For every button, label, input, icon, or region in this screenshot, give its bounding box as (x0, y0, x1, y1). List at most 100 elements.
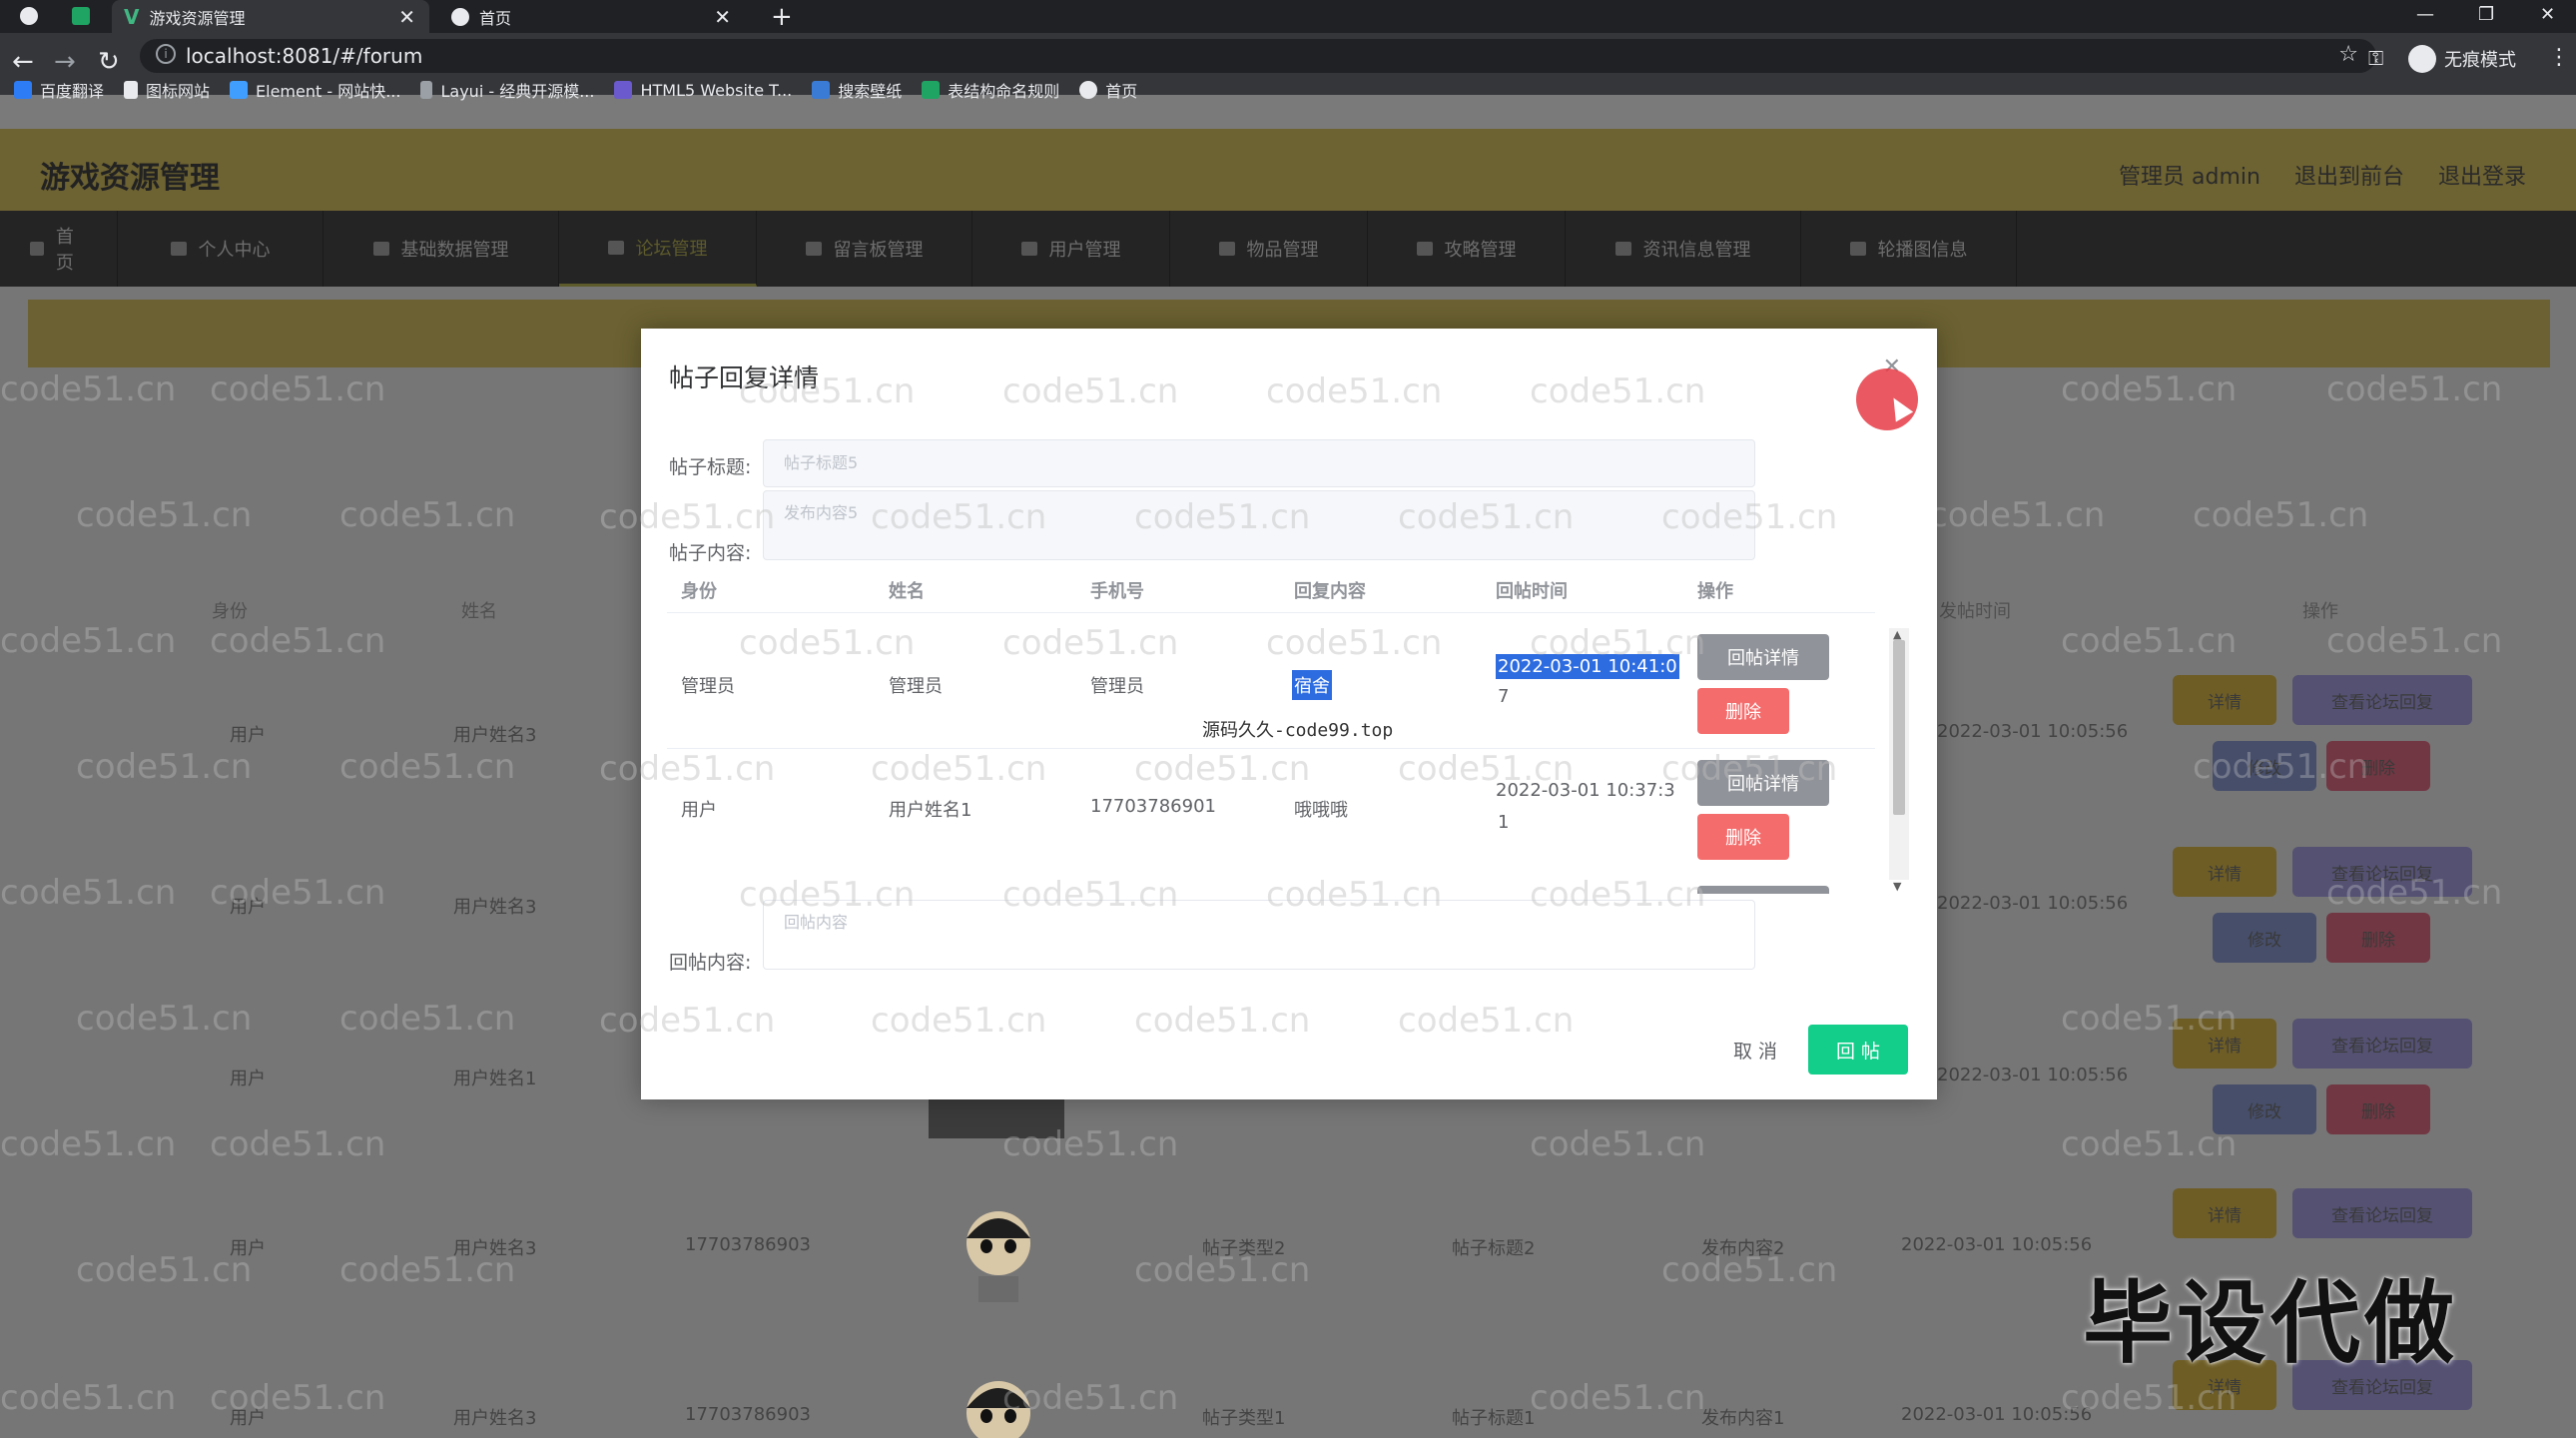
main-nav: 首页 个人中心 基础数据管理 论坛管理 留言板管理 用户管理 物品管理 攻略管理… (0, 211, 2576, 287)
th-role: 身份 (681, 581, 717, 602)
watermark: code51.cn (871, 749, 1047, 789)
bookmark-item[interactable]: 图标网站 (124, 78, 210, 102)
bookmark-item[interactable]: 首页 (1079, 78, 1137, 102)
browser-menu-icon[interactable] (20, 7, 38, 25)
tab-home[interactable]: 首页 ✕ (439, 0, 745, 33)
edit-button[interactable]: 修改 (2213, 741, 2316, 791)
reply-delete-button[interactable]: 删除 (1697, 688, 1789, 734)
scroll-up-icon[interactable]: ▲ (1893, 628, 1901, 641)
window-close-icon[interactable]: ✕ (2540, 4, 2555, 25)
nav-home[interactable]: 首页 (0, 211, 118, 287)
scroll-down-icon[interactable]: ▼ (1893, 880, 1901, 893)
delete-button[interactable]: 删除 (2326, 913, 2430, 963)
nav-items[interactable]: 物品管理 (1170, 211, 1368, 287)
tab-game-resource[interactable]: V 游戏资源管理 ✕ (112, 0, 429, 33)
reply-content-textarea[interactable]: 回帖内容 (763, 900, 1755, 970)
post-content-textarea[interactable]: 发布内容5 (763, 490, 1755, 560)
bookmark-item[interactable]: Element - 网站快... (230, 78, 400, 102)
nav-personal[interactable]: 个人中心 (118, 211, 323, 287)
forward-icon[interactable]: → (54, 47, 76, 77)
bg-cell-role: 用户 (230, 897, 266, 918)
tab-close-icon[interactable]: ✕ (398, 5, 415, 29)
reply-delete-button[interactable]: 删除 (1697, 814, 1789, 860)
detail-button[interactable]: 详情 (2173, 1019, 2276, 1069)
bookmark-label: HTML5 Website T... (640, 80, 793, 100)
browser-toolbar: ← → ↻ i localhost:8081/#/forum ☆ ⚿ 无痕模式 … (0, 33, 2576, 101)
th-action: 操作 (1697, 581, 1733, 602)
nav-guides[interactable]: 攻略管理 (1368, 211, 1566, 287)
bg-th-role: 身份 (212, 601, 248, 622)
post-title-input[interactable]: 帖子标题5 (763, 439, 1755, 487)
nav-carousel[interactable]: 轮播图信息 (1801, 211, 2017, 287)
browser-menu-dots-icon[interactable]: ⋮ (2548, 45, 2570, 70)
logout-link[interactable]: 退出登录 (2438, 159, 2526, 191)
reply-detail-button[interactable]: 回帖详情 (1697, 634, 1829, 680)
back-icon[interactable]: ← (12, 47, 34, 77)
delete-button[interactable]: 删除 (2326, 741, 2430, 791)
back-to-front-link[interactable]: 退出到前台 (2294, 159, 2404, 191)
bookmark-label: 表结构命名规则 (948, 82, 1060, 101)
address-bar[interactable]: i localhost:8081/#/forum ☆ (140, 39, 2376, 73)
cell-reply-content: 哦哦哦 (1294, 800, 1348, 821)
site-info-icon[interactable]: i (156, 44, 176, 64)
key-icon[interactable]: ⚿ (2368, 46, 2383, 70)
bg-cell-role: 用户 (230, 725, 266, 746)
tab-close-icon[interactable]: ✕ (714, 5, 731, 29)
watermark: code51.cn (1266, 623, 1443, 663)
th-reply-time: 回帖时间 (1496, 581, 1568, 602)
detail-button[interactable]: 详情 (2173, 675, 2276, 725)
bg-cell-name: 用户姓名3 (453, 725, 537, 746)
nav-basic-data[interactable]: 基础数据管理 (323, 211, 559, 287)
nav-message-board[interactable]: 留言板管理 (757, 211, 972, 287)
cell-reply-time: 2022-03-01 10:41:0 (1496, 654, 1679, 679)
nav-news[interactable]: 资讯信息管理 (1566, 211, 1801, 287)
post-title-label: 帖子标题: (669, 456, 752, 478)
bookmark-item[interactable]: 百度翻译 (14, 78, 104, 102)
cancel-button[interactable]: 取 消 (1713, 1025, 1797, 1075)
reply-detail-button[interactable]: 回帖详情 (1697, 760, 1829, 806)
scrollbar-thumb[interactable] (1893, 640, 1905, 815)
delete-button[interactable]: 删除 (2326, 1084, 2430, 1134)
watermark: code51.cn (1134, 1001, 1311, 1041)
nav-forum[interactable]: 论坛管理 (559, 211, 757, 287)
browser-tab-strip: V 游戏资源管理 ✕ 首页 ✕ + — ❐ ✕ (0, 0, 2576, 33)
view-reply-button[interactable]: 查看论坛回复 (2292, 1019, 2472, 1069)
bookmark-label: Element - 网站快... (256, 82, 401, 101)
bg-th-name: 姓名 (461, 601, 497, 622)
incognito-indicator[interactable]: 无痕模式 (2408, 45, 2516, 73)
new-tab-icon[interactable]: + (771, 2, 793, 32)
bg-cell-name: 用户姓名1 (453, 1069, 537, 1089)
forum-icon (607, 240, 624, 255)
view-reply-button[interactable]: 查看论坛回复 (2292, 847, 2472, 897)
table-divider (667, 612, 1875, 613)
reload-icon[interactable]: ↻ (98, 47, 120, 77)
html5-icon (614, 81, 633, 99)
view-reply-button[interactable]: 查看论坛回复 (2292, 1188, 2472, 1238)
submit-reply-button[interactable]: 回 帖 (1808, 1025, 1908, 1075)
bg-cell-phone: 17703786903 (685, 1234, 811, 1255)
bookmark-item[interactable]: 表结构命名规则 (922, 78, 1059, 102)
bookmark-star-icon[interactable]: ☆ (2338, 42, 2358, 67)
bookmark-label: 图标网站 (146, 82, 211, 101)
promo-overlay-text: 毕设代做 (2083, 1271, 2458, 1376)
cell-reply-time: 2022-03-01 10:37:3 (1496, 780, 1675, 801)
view-reply-button[interactable]: 查看论坛回复 (2292, 675, 2472, 725)
table-divider (667, 748, 1875, 749)
detail-button[interactable]: 详情 (2173, 1188, 2276, 1238)
bg-cell-time: 2022-03-01 10:05:56 (1937, 893, 2129, 914)
bookmark-item[interactable]: HTML5 Website T... (614, 81, 792, 100)
bookmark-label: Layui - 经典开源模... (440, 82, 595, 101)
edit-button[interactable]: 修改 (2213, 913, 2316, 963)
reply-detail-dialog: 帖子回复详情 ✕ 帖子标题: 帖子标题5 帖子内容: 发布内容5 身份 姓名 手… (599, 329, 1937, 1099)
bookmark-item[interactable]: 搜索壁纸 (812, 78, 902, 102)
bookmark-item[interactable]: Layui - 经典开源模... (420, 78, 594, 102)
restore-icon[interactable]: ❐ (2478, 4, 2494, 25)
admin-label: 管理员 admin (2119, 165, 2260, 190)
nav-users[interactable]: 用户管理 (972, 211, 1170, 287)
tab-search-icon[interactable] (72, 7, 90, 25)
minimize-icon[interactable]: — (2416, 4, 2434, 25)
post-image (929, 1098, 1064, 1138)
detail-button[interactable]: 详情 (2173, 847, 2276, 897)
edit-button[interactable]: 修改 (2213, 1084, 2316, 1134)
reply-content-label: 回帖内容: (669, 952, 752, 974)
